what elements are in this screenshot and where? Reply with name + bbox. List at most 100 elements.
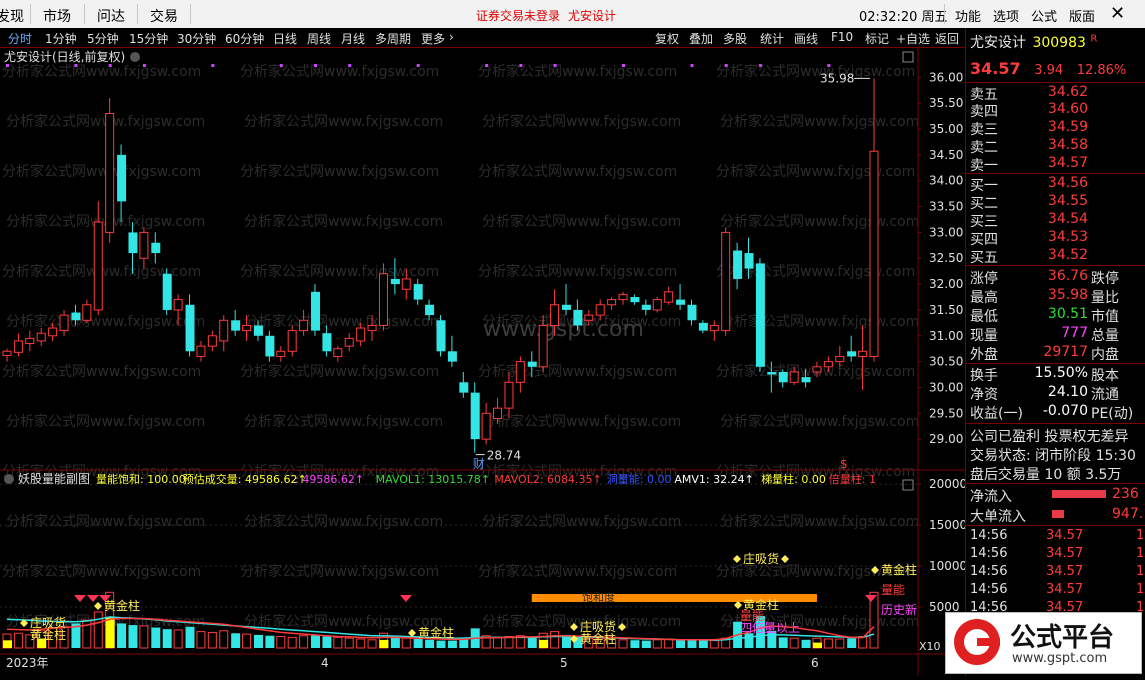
price-tick-label: 35.50 — [929, 96, 963, 110]
tab-period-daily[interactable]: 日线 — [273, 30, 297, 47]
tab-period-more[interactable]: 更多 — [421, 30, 445, 47]
signal-dot — [724, 64, 728, 67]
candle-body — [835, 355, 845, 363]
bid-row[interactable]: 买一 34.56 — [966, 175, 1145, 194]
diamond-marker — [94, 602, 102, 610]
adjust-button[interactable]: 复权 — [655, 30, 679, 47]
candle-body — [242, 324, 252, 332]
watermark-text: 分析家公式网www.fxjgsw.com — [6, 513, 205, 530]
chart-canvas[interactable]: 分析家公式网www.fxjgsw.com 分析家公式网www.fxjgsw.com… — [0, 48, 967, 676]
tab-period-5min[interactable]: 5分钟 — [87, 30, 119, 47]
price-tick-label: 29.50 — [929, 406, 963, 420]
divider — [966, 525, 1145, 526]
add-watchlist-button[interactable]: +自选 — [896, 30, 930, 47]
menu-function[interactable]: 功能 — [955, 6, 981, 25]
volume-bar — [311, 634, 321, 648]
flow-bar — [1052, 510, 1064, 518]
watermark-text: 分析家公式网www.fxjgsw.com — [716, 163, 915, 180]
candle-body — [436, 320, 446, 352]
tab-period-minute[interactable]: 分时 — [8, 30, 32, 47]
candle-body — [789, 371, 799, 383]
watermark-center: www.gspt.com — [483, 317, 644, 342]
volume-bar — [447, 640, 457, 648]
chart-area[interactable]: 分析家公式网www.fxjgsw.com 分析家公式网www.fxjgsw.com… — [0, 48, 967, 676]
stat-value: -0.070 — [1042, 403, 1088, 419]
menu-formula[interactable]: 公式 — [1031, 6, 1057, 25]
menu-wenda[interactable]: 问达 — [97, 6, 125, 26]
tab-period-1min[interactable]: 1分钟 — [45, 30, 77, 47]
draw-line-button[interactable]: 画线 — [794, 30, 818, 47]
watermark-text: 分析家公式网www.fxjgsw.com — [720, 413, 919, 430]
gem-icon — [400, 595, 412, 602]
signal-label: 黄金柱 — [580, 631, 616, 646]
ask-row[interactable]: 卖三 34.59 — [966, 119, 1145, 138]
candle-body — [151, 242, 161, 254]
flow-value: 947. — [1112, 506, 1144, 522]
menu-layout[interactable]: 版面 — [1069, 6, 1095, 25]
volume-bar — [322, 636, 332, 648]
tab-period-30min[interactable]: 30分钟 — [177, 30, 216, 47]
stat-label: 涨停 — [970, 271, 998, 287]
flow-value: 236 — [1112, 486, 1139, 502]
tab-period-multi[interactable]: 多周期 — [375, 30, 411, 47]
ask-label: 卖四 — [970, 104, 998, 120]
price-tick-label: 30.50 — [929, 355, 963, 369]
notice-stock-name[interactable]: 尤安设计 — [568, 7, 616, 24]
ask-row[interactable]: 卖五 34.62 — [966, 84, 1145, 103]
ask-row[interactable]: 卖一 34.57 — [966, 155, 1145, 174]
bid-row[interactable]: 买二 34.55 — [966, 193, 1145, 212]
watermark-text: 分析家公式网www.fxjgsw.com — [478, 263, 677, 280]
menu-discover[interactable]: 发现 — [0, 6, 24, 26]
candle-body — [504, 381, 514, 409]
bid-row[interactable]: 买五 34.52 — [966, 247, 1145, 266]
chevron-right-icon[interactable]: › — [449, 30, 454, 44]
tab-period-15min[interactable]: 15分钟 — [129, 30, 168, 47]
stat-row: 收益(一) -0.070 PE(动) — [966, 403, 1145, 422]
volume-bar — [789, 637, 799, 649]
tab-period-60min[interactable]: 60分钟 — [225, 30, 264, 47]
bid-label: 买五 — [970, 250, 998, 266]
tab-period-monthly[interactable]: 月线 — [341, 30, 365, 47]
candle-body — [105, 113, 115, 233]
chart-toolbar: 分时 1分钟 5分钟 15分钟 30分钟 60分钟 日线 周线 月线 多周期 更… — [0, 28, 965, 48]
watermark-text: 分析家公式网www.fxjgsw.com — [244, 113, 443, 130]
price-tick-label: 35.00 — [929, 122, 963, 136]
volume-bar — [242, 633, 252, 649]
candle-body — [698, 322, 708, 331]
price-row: 34.57 3.94 12.86% — [970, 59, 1126, 78]
menu-trade[interactable]: 交易 — [150, 6, 178, 26]
volume-bar — [527, 637, 537, 648]
price-tick-label: 30.00 — [929, 380, 963, 394]
f10-button[interactable]: F10 — [831, 30, 853, 44]
stat-value: 29717 — [1043, 344, 1088, 360]
ask-label: 卖二 — [970, 140, 998, 156]
tab-period-weekly[interactable]: 周线 — [307, 30, 331, 47]
candle-body — [767, 371, 777, 375]
candle-body — [527, 361, 537, 367]
menu-bar: 发现 市场 问达 交易 证券交易未登录 尤安设计 02:32:20 周五 功能 … — [0, 0, 1145, 29]
close-icon[interactable]: ✕ — [1110, 3, 1125, 24]
back-button[interactable]: 返回 — [935, 30, 959, 47]
candle-body — [607, 299, 617, 306]
ask-price: 34.60 — [1047, 101, 1088, 117]
stat-label: 总量 — [1091, 328, 1119, 344]
menu-market[interactable]: 市场 — [43, 6, 71, 26]
menu-divider — [190, 4, 191, 24]
ask-row[interactable]: 卖四 34.60 — [966, 101, 1145, 120]
candle-body — [378, 273, 388, 326]
mark-button[interactable]: 标记 — [865, 30, 889, 47]
bid-price: 34.52 — [1047, 247, 1088, 263]
bid-row[interactable]: 买三 34.54 — [966, 211, 1145, 230]
stats-button[interactable]: 统计 — [760, 30, 784, 47]
overlay-button[interactable]: 叠加 — [689, 30, 713, 47]
ask-price: 34.58 — [1047, 137, 1088, 153]
ask-row[interactable]: 卖二 34.58 — [966, 137, 1145, 156]
candle-body — [299, 319, 309, 332]
menu-options[interactable]: 选项 — [993, 6, 1019, 25]
login-notice[interactable]: 证券交易未登录 — [476, 7, 560, 24]
price-change-pct: 12.86% — [1076, 63, 1127, 78]
signal-dot — [622, 64, 626, 67]
multi-stock-button[interactable]: 多股 — [723, 30, 747, 47]
bid-row[interactable]: 买四 34.53 — [966, 229, 1145, 248]
candle-body — [869, 150, 879, 357]
